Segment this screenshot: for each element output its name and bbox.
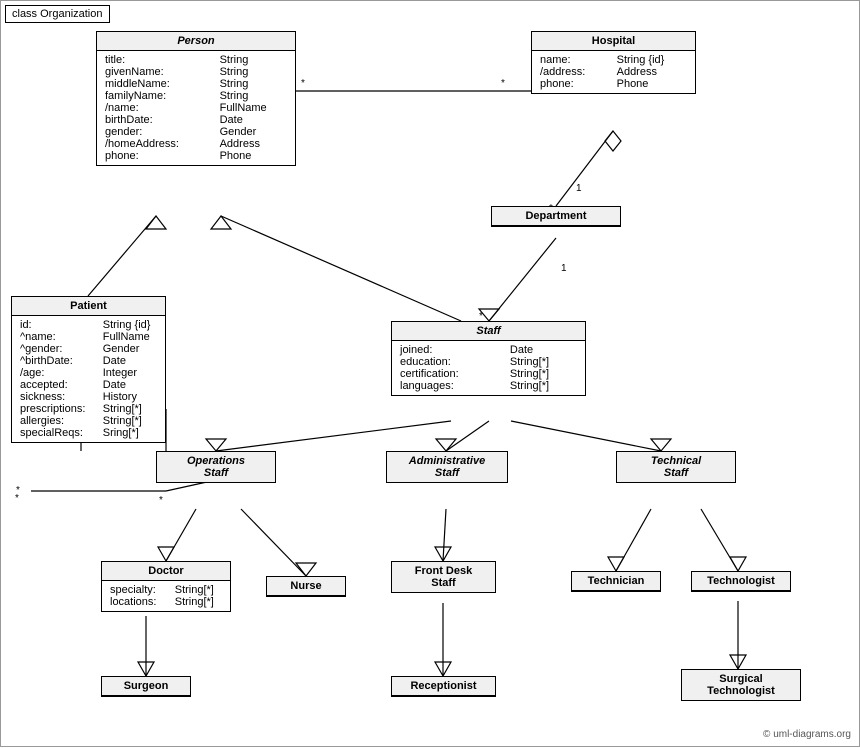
patient-body: id:String {id} ^name:FullName ^gender:Ge… xyxy=(12,316,165,442)
svg-text:*: * xyxy=(15,493,19,504)
surgeon-title: Surgeon xyxy=(102,677,190,696)
svg-text:*: * xyxy=(301,78,305,89)
hospital-box: Hospital name:String {id} /address:Addre… xyxy=(531,31,696,94)
patient-title: Patient xyxy=(12,297,165,316)
staff-box: Staff joined:Date education:String[*] ce… xyxy=(391,321,586,396)
svg-text:*: * xyxy=(16,485,20,496)
technical-staff-box: TechnicalStaff xyxy=(616,451,736,483)
technical-staff-title: TechnicalStaff xyxy=(617,452,735,482)
hospital-body: name:String {id} /address:Address phone:… xyxy=(532,51,695,93)
person-box: Person title:String givenName:String mid… xyxy=(96,31,296,166)
hospital-title: Hospital xyxy=(532,32,695,51)
administrative-staff-box: AdministrativeStaff xyxy=(386,451,508,483)
receptionist-title: Receptionist xyxy=(392,677,495,696)
front-desk-staff-box: Front DeskStaff xyxy=(391,561,496,593)
receptionist-box: Receptionist xyxy=(391,676,496,697)
diagram-container: class Organization 1 * 1 * * * * xyxy=(0,0,860,747)
svg-text:*: * xyxy=(159,495,163,506)
staff-title: Staff xyxy=(392,322,585,341)
doctor-title: Doctor xyxy=(102,562,230,581)
doctor-body: specialty:String[*] locations:String[*] xyxy=(102,581,230,611)
surgeon-box: Surgeon xyxy=(101,676,191,697)
technician-title: Technician xyxy=(572,572,660,591)
patient-box: Patient id:String {id} ^name:FullName ^g… xyxy=(11,296,166,443)
administrative-staff-title: AdministrativeStaff xyxy=(387,452,507,482)
front-desk-staff-title: Front DeskStaff xyxy=(392,562,495,592)
department-title: Department xyxy=(492,207,620,226)
operations-staff-box: OperationsStaff xyxy=(156,451,276,483)
svg-text:*: * xyxy=(501,78,505,89)
person-title: Person xyxy=(97,32,295,51)
surgical-technologist-title: SurgicalTechnologist xyxy=(682,670,800,700)
diagram-title: class Organization xyxy=(5,5,110,23)
surgical-technologist-box: SurgicalTechnologist xyxy=(681,669,801,701)
staff-body: joined:Date education:String[*] certific… xyxy=(392,341,585,395)
technologist-title: Technologist xyxy=(692,572,790,591)
svg-text:1: 1 xyxy=(561,263,567,274)
person-body: title:String givenName:String middleName… xyxy=(97,51,295,165)
nurse-title: Nurse xyxy=(267,577,345,596)
technician-box: Technician xyxy=(571,571,661,592)
department-box: Department xyxy=(491,206,621,227)
nurse-box: Nurse xyxy=(266,576,346,597)
copyright-label: © uml-diagrams.org xyxy=(763,729,851,740)
technologist-box: Technologist xyxy=(691,571,791,592)
doctor-box: Doctor specialty:String[*] locations:Str… xyxy=(101,561,231,612)
operations-staff-title: OperationsStaff xyxy=(157,452,275,482)
svg-text:1: 1 xyxy=(576,183,582,194)
